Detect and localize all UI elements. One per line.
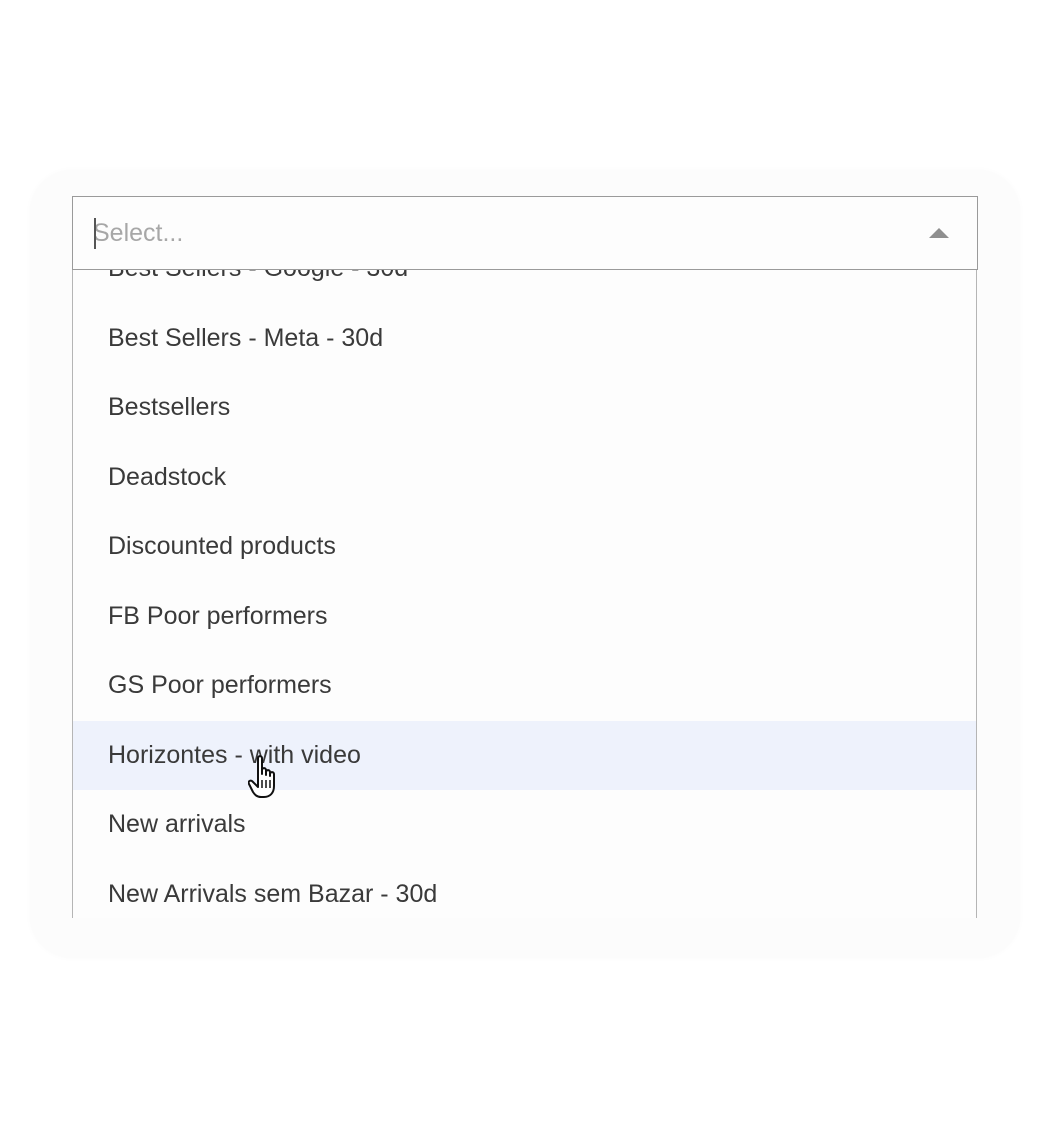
- option-discounted-products[interactable]: Discounted products: [73, 512, 976, 582]
- options-list: Best Sellers - Google - 30d Best Sellers…: [73, 270, 976, 918]
- option-gs-poor-performers[interactable]: GS Poor performers: [73, 651, 976, 721]
- option-best-sellers-google-30d[interactable]: Best Sellers - Google - 30d: [73, 270, 976, 304]
- select-control[interactable]: [72, 196, 978, 270]
- option-fb-poor-performers[interactable]: FB Poor performers: [73, 582, 976, 652]
- option-deadstock[interactable]: Deadstock: [73, 443, 976, 513]
- dropdown-toggle-button[interactable]: [919, 213, 959, 253]
- select-search-input[interactable]: [93, 197, 893, 269]
- option-new-arrivals[interactable]: New arrivals: [73, 790, 976, 860]
- text-caret: [94, 218, 96, 249]
- option-bestsellers[interactable]: Bestsellers: [73, 373, 976, 443]
- option-best-sellers-meta-30d[interactable]: Best Sellers - Meta - 30d: [73, 304, 976, 374]
- option-horizontes-with-video[interactable]: Horizontes - with video: [73, 720, 976, 790]
- dropdown-menu[interactable]: Best Sellers - Google - 30d Best Sellers…: [72, 270, 977, 918]
- triangle-up-icon: [929, 228, 949, 238]
- option-new-arrivals-sem-bazar-30d[interactable]: New Arrivals sem Bazar - 30d: [73, 860, 976, 919]
